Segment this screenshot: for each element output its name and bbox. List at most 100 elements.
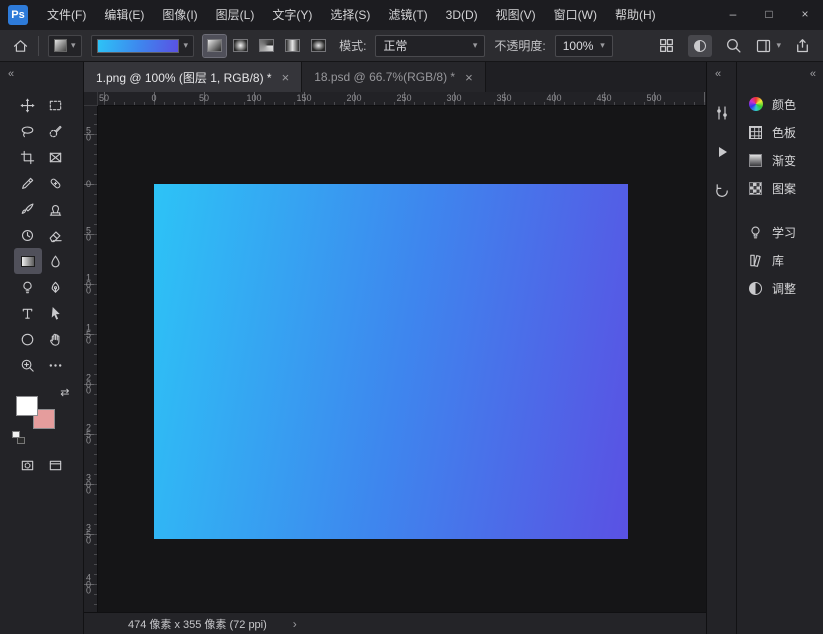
menu-item-window[interactable]: 窗口(W) [545, 0, 606, 30]
panel-tab-color[interactable]: 颜色 [737, 90, 823, 118]
selection-arrow-icon [48, 306, 63, 321]
clone-stamp-tool[interactable] [42, 196, 70, 222]
gradient-type-buttons [203, 35, 330, 57]
maximize-button[interactable]: □ [751, 0, 787, 30]
panel-tab-libraries[interactable]: 库 [737, 246, 823, 274]
quick-mask-button[interactable] [14, 452, 42, 478]
close-tab-icon[interactable]: × [282, 70, 290, 85]
opacity-select[interactable]: 100% ▾ [555, 35, 613, 57]
panel-tab-swatches[interactable]: 色板 [737, 118, 823, 146]
vertical-ruler[interactable]: 50 0 50 100 150 200 250 300 350 400 [84, 106, 98, 612]
more-tools-button[interactable] [42, 352, 70, 378]
zoom-tool[interactable] [14, 352, 42, 378]
eraser-tool[interactable] [42, 222, 70, 248]
actions-panel-button[interactable] [710, 140, 734, 164]
canvas-viewport[interactable] [98, 106, 706, 612]
menu-item-image[interactable]: 图像(I) [153, 0, 206, 30]
screen-mode-button[interactable] [42, 452, 70, 478]
options-right-cluster: ▾ [658, 35, 811, 57]
ellipsis-icon [48, 358, 63, 373]
move-icon [20, 98, 35, 113]
ruler-label: 500 [646, 93, 661, 103]
panel-label: 色板 [772, 124, 796, 141]
chevron-down-icon: ▾ [600, 41, 605, 50]
blend-mode-select[interactable]: 正常 ▾ [375, 35, 485, 57]
dodge-tool[interactable] [14, 274, 42, 300]
gradient-method-button[interactable] [688, 35, 712, 57]
gradient-picker-dropdown[interactable]: ▾ [91, 35, 195, 57]
menu-item-help[interactable]: 帮助(H) [606, 0, 665, 30]
swap-colors-icon[interactable]: ⇄ [60, 386, 69, 399]
frame-tool[interactable] [42, 144, 70, 170]
foreground-color-swatch[interactable] [16, 396, 38, 416]
healing-brush-tool[interactable] [42, 170, 70, 196]
tool-grid [0, 92, 83, 378]
panel-group-1: 颜色 色板 渐变 图案 [737, 90, 823, 202]
menu-item-layer[interactable]: 图层(L) [207, 0, 264, 30]
collapse-dock-chevron[interactable]: « [810, 68, 815, 80]
radial-gradient-button[interactable] [229, 35, 252, 57]
menu-item-select[interactable]: 选择(S) [321, 0, 379, 30]
linear-gradient-button[interactable] [203, 35, 226, 57]
ruler-label: 150 [86, 324, 93, 344]
menu-item-filter[interactable]: 滤镜(T) [379, 0, 436, 30]
diamond-gradient-button[interactable] [307, 35, 330, 57]
menu-item-type[interactable]: 文字(Y) [263, 0, 321, 30]
menu-item-file[interactable]: 文件(F) [38, 0, 95, 30]
menu-item-3d[interactable]: 3D(D) [437, 0, 487, 30]
workspace-switcher-button[interactable]: ▾ [755, 38, 781, 54]
hand-icon [48, 332, 63, 347]
path-selection-tool[interactable] [42, 300, 70, 326]
home-icon[interactable] [12, 38, 29, 54]
menu-item-edit[interactable]: 编辑(E) [95, 0, 153, 30]
move-tool[interactable] [14, 92, 42, 118]
crop-tool[interactable] [14, 144, 42, 170]
pen-tool[interactable] [42, 274, 70, 300]
gradient-preview-swatch[interactable] [97, 39, 179, 53]
panel-label: 学习 [772, 224, 796, 241]
menu-item-view[interactable]: 视图(V) [487, 0, 545, 30]
tab-18-psd[interactable]: 18.psd @ 66.7%(RGB/8) * × [302, 62, 486, 92]
gradient-tool[interactable] [14, 248, 42, 274]
hand-tool[interactable] [42, 326, 70, 352]
lasso-icon [20, 124, 35, 139]
search-icon[interactable] [725, 37, 742, 54]
type-tool[interactable] [14, 300, 42, 326]
minimize-button[interactable]: – [715, 0, 751, 30]
ellipse-tool[interactable] [14, 326, 42, 352]
panel-tab-learn[interactable]: 学习 [737, 218, 823, 246]
lasso-tool[interactable] [14, 118, 42, 144]
photoshop-logo-icon[interactable]: Ps [8, 5, 28, 25]
diamond-gradient-icon [311, 39, 326, 52]
share-icon[interactable] [794, 37, 811, 54]
tool-preset-dropdown[interactable]: ▾ [48, 35, 82, 57]
swatches-grid-icon [748, 125, 763, 140]
history-brush-tool[interactable] [14, 222, 42, 248]
ruler-label: 50 [99, 93, 109, 103]
canvas-image[interactable] [154, 184, 628, 539]
rectangular-marquee-tool[interactable] [42, 92, 70, 118]
quick-selection-tool[interactable] [42, 118, 70, 144]
tab-title: 18.psd @ 66.7%(RGB/8) * [314, 70, 455, 84]
properties-panel-button[interactable] [710, 101, 734, 125]
default-colors-icon[interactable] [12, 431, 25, 444]
collapse-toolbar-chevron[interactable]: « [8, 68, 13, 80]
brush-tool[interactable] [14, 196, 42, 222]
expand-panels-chevron[interactable]: « [715, 68, 720, 80]
reflected-gradient-button[interactable] [281, 35, 304, 57]
close-tab-icon[interactable]: × [465, 70, 473, 85]
angle-gradient-button[interactable] [255, 35, 278, 57]
panel-tab-gradients[interactable]: 渐变 [737, 146, 823, 174]
blur-tool[interactable] [42, 248, 70, 274]
history-panel-button[interactable] [710, 179, 734, 203]
transparency-grid-icon[interactable] [658, 37, 675, 54]
eyedropper-tool[interactable] [14, 170, 42, 196]
close-button[interactable]: × [787, 0, 823, 30]
status-expander-icon[interactable]: › [293, 617, 297, 631]
horizontal-ruler[interactable]: 50 0 50 100 150 200 250 300 350 400 450 … [98, 92, 706, 106]
panel-tab-patterns[interactable]: 图案 [737, 174, 823, 202]
tab-1-png[interactable]: 1.png @ 100% (图层 1, RGB/8) * × [84, 62, 302, 92]
ruler-label: 250 [396, 93, 411, 103]
panel-tab-adjustments[interactable]: 调整 [737, 274, 823, 302]
crop-icon [20, 150, 35, 165]
